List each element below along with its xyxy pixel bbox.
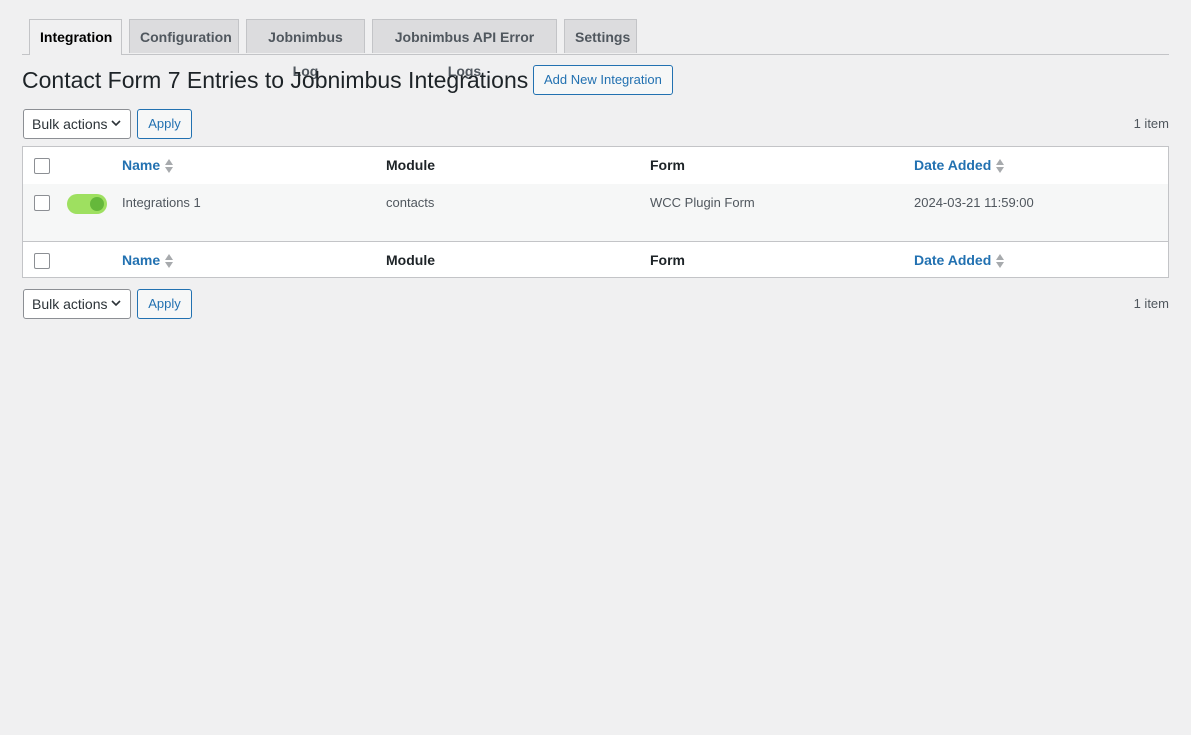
cell-date-added: 2024-03-21 11:59:00 [914,195,1034,210]
sort-icon [995,158,1005,174]
tab-jobnimbus-log[interactable]: Jobnimbus Log [246,19,365,79]
column-header-date-added[interactable]: Date Added [914,157,1005,174]
column-footer-date-added[interactable]: Date Added [914,252,1005,269]
item-count-bottom: 1 item [1133,296,1169,311]
tablenav-top: Bulk actions Apply 1 item [22,109,1169,139]
nav-tabs: Integration Configuration Jobnimbus Log … [22,19,1169,79]
page-title: Contact Form 7 Entries to Jobnimbus Inte… [22,67,529,93]
sort-icon [164,158,174,174]
item-count: 1 item [1133,116,1169,131]
cell-form: WCC Plugin Form [650,195,755,210]
row-checkbox[interactable] [34,195,50,211]
integrations-table: Name Module Form Date Added Integrations… [22,146,1169,278]
add-new-integration-button[interactable]: Add New Integration [533,65,673,95]
bulk-actions-label: Bulk actions [32,296,108,312]
select-all-checkbox-footer[interactable] [34,253,50,269]
tab-settings[interactable]: Settings [564,19,637,53]
tab-configuration[interactable]: Configuration [129,19,239,53]
apply-button-bottom[interactable]: Apply [137,289,192,319]
column-date-label: Date Added [914,252,992,268]
column-header-form: Form [650,157,685,173]
table-header: Name Module Form Date Added [23,147,1168,185]
cell-module: contacts [386,195,435,210]
column-footer-form: Form [650,252,685,268]
chevron-down-icon [110,110,122,148]
column-footer-name[interactable]: Name [122,252,174,269]
bulk-actions-label: Bulk actions [32,116,108,132]
chevron-down-icon [110,290,122,328]
bulk-actions-select-bottom[interactable]: Bulk actions [23,289,131,319]
column-date-label: Date Added [914,157,992,173]
select-all-checkbox[interactable] [34,158,50,174]
tablenav-bottom: Bulk actions Apply 1 item [22,289,1169,319]
table-row: Integrations 1 contacts WCC Plugin Form … [23,184,1168,241]
bulk-actions-select[interactable]: Bulk actions [23,109,131,139]
status-toggle[interactable] [67,194,107,214]
sort-icon [995,253,1005,269]
tab-jobnimbus-api-error-logs[interactable]: Jobnimbus API Error Logs [372,19,557,79]
column-header-name[interactable]: Name [122,157,174,174]
column-name-label: Name [122,252,161,268]
column-footer-module: Module [386,252,435,268]
tab-integration[interactable]: Integration [29,19,122,55]
table-footer: Name Module Form Date Added [23,241,1168,279]
sort-icon [164,253,174,269]
column-name-label: Name [122,157,161,173]
toggle-knob [90,197,104,211]
cell-name: Integrations 1 [122,195,201,210]
apply-button[interactable]: Apply [137,109,192,139]
column-header-module: Module [386,157,435,173]
